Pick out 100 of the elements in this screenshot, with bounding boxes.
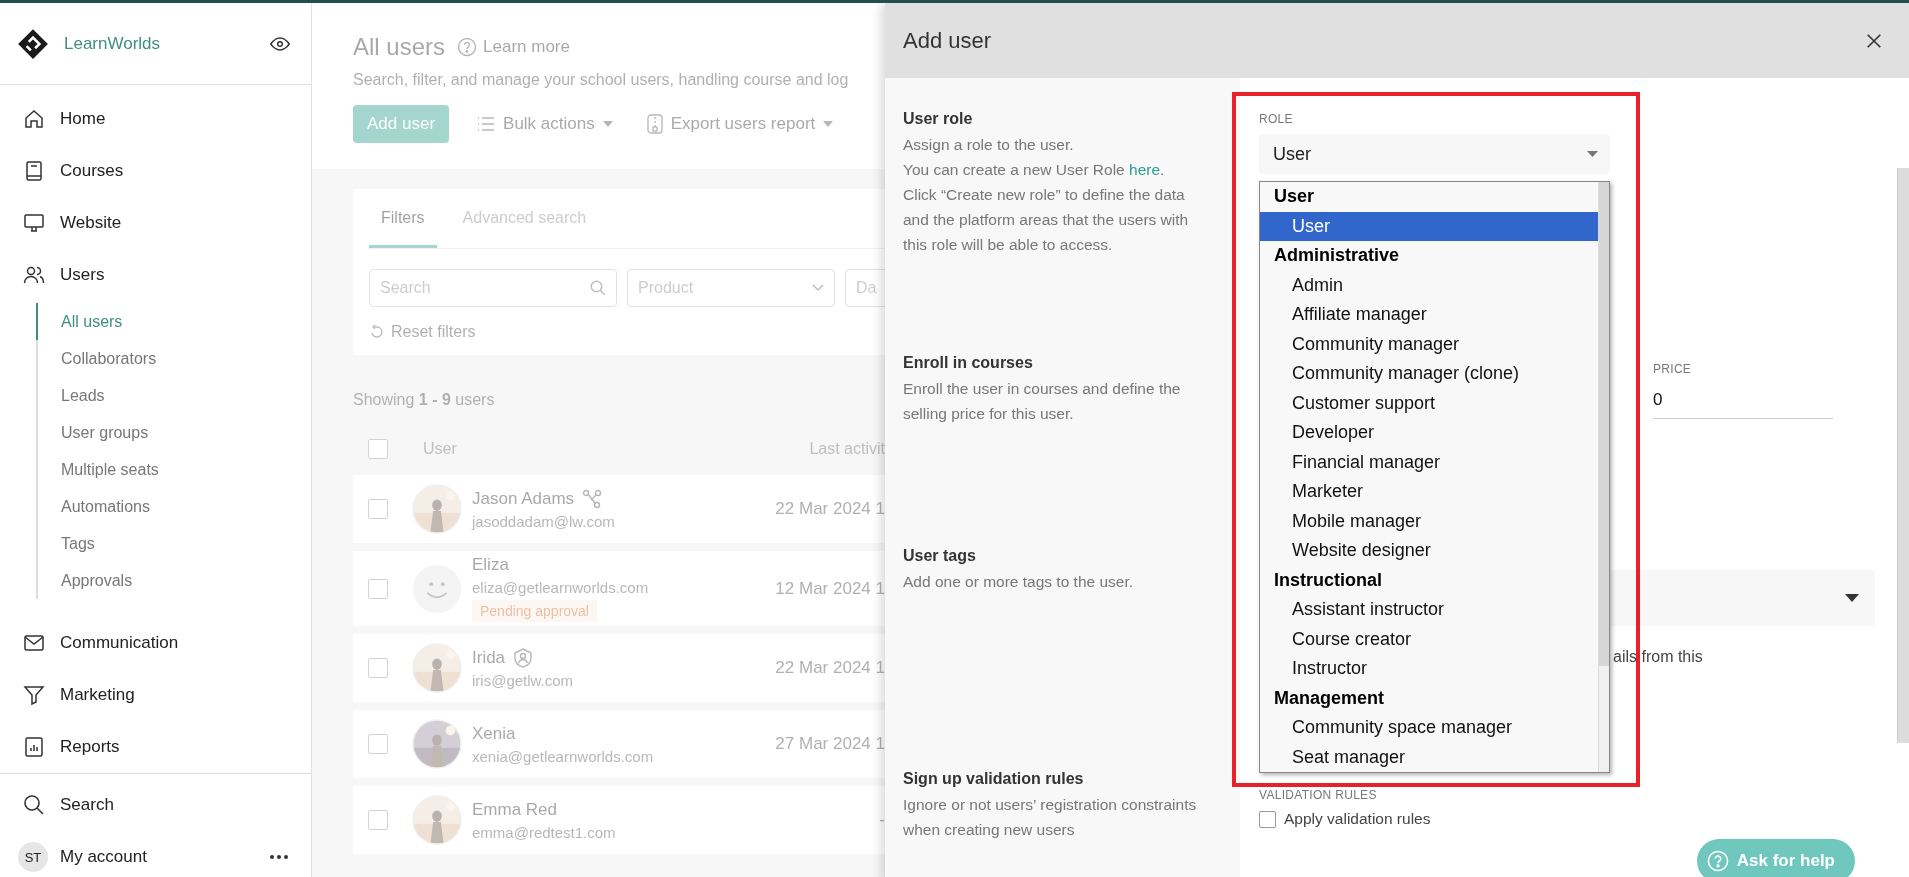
nav-subitem[interactable]: Approvals: [36, 562, 311, 599]
option-group-label: Management: [1273, 686, 1386, 710]
dropdown-option[interactable]: Customer support: [1260, 388, 1598, 418]
monitor-icon: [22, 211, 46, 235]
more-icon[interactable]: [269, 854, 289, 860]
price-field[interactable]: 0: [1653, 376, 1833, 419]
dropdown-option[interactable]: Course creator: [1260, 624, 1598, 654]
role-select[interactable]: User: [1259, 134, 1610, 174]
account-nav-item[interactable]: ST My account: [0, 831, 311, 877]
user-name: Irida: [472, 647, 506, 668]
help-icon: [1706, 850, 1729, 872]
dropdown-option[interactable]: Assistant instructor: [1260, 595, 1598, 625]
row-checkbox[interactable]: [368, 578, 388, 599]
chevron-down-icon: [812, 284, 824, 292]
search-nav-item[interactable]: Search: [0, 779, 311, 831]
funnel-icon: [22, 683, 46, 707]
caret-icon: [1845, 594, 1859, 602]
dropdown-option[interactable]: Admin: [1260, 270, 1598, 300]
caret-icon: [823, 121, 834, 127]
user-email: jasoddadam@lw.com: [472, 512, 615, 530]
row-checkbox[interactable]: [368, 499, 388, 519]
chart-icon: [22, 735, 46, 759]
dropdown-option[interactable]: Community space manager: [1260, 713, 1598, 743]
table-cell: -: [879, 810, 885, 830]
user-name: Xenia: [472, 723, 516, 744]
search-icon: [589, 279, 607, 297]
table-cell: 22 Mar 2024 1: [775, 499, 885, 519]
user-email: emma@redtest1.com: [472, 823, 616, 841]
brand-name: LearnWorlds: [64, 33, 162, 54]
row-checkbox[interactable]: [368, 734, 388, 754]
option-text: ails from this: [1613, 648, 1703, 666]
option-group-label: Instructional: [1273, 568, 1383, 592]
page-title: All users: [353, 33, 446, 61]
home-icon: [22, 107, 46, 131]
help-icon: [457, 37, 478, 57]
table-cell: 27 Mar 2024 1: [775, 734, 885, 754]
nav-subitem[interactable]: Multiple seats: [36, 451, 311, 488]
section-description: You can create a new User Role here.: [903, 160, 1166, 181]
nav-item[interactable]: Home: [0, 93, 311, 145]
nav-subitem[interactable]: Collaborators: [36, 340, 311, 377]
column-header: User: [423, 440, 458, 458]
nav-item[interactable]: Users: [0, 249, 311, 301]
option-group-label: User: [1273, 185, 1316, 208]
role-label: ROLE: [1259, 112, 1294, 126]
nav-item[interactable]: Marketing: [0, 669, 311, 721]
section-title: Sign up validation rules: [903, 770, 1085, 788]
nav-subitem[interactable]: Tags: [36, 525, 311, 562]
dropdown-option[interactable]: Community manager: [1260, 329, 1598, 359]
dropdown-option[interactable]: Mobile manager: [1260, 506, 1598, 536]
nav-item[interactable]: Reports: [0, 721, 311, 773]
validation-checkbox[interactable]: Apply validation rules: [1259, 810, 1431, 828]
nav-subitem[interactable]: User groups: [36, 414, 311, 451]
zip-file-icon: [646, 114, 663, 134]
user-badge-icon: [513, 647, 534, 668]
user-email: iris@getlw.com: [472, 671, 574, 689]
caret-icon: [1587, 151, 1598, 157]
validation-label: VALIDATION RULES: [1259, 788, 1378, 802]
row-checkbox[interactable]: [368, 658, 388, 678]
status-badge: Pending approval: [472, 600, 597, 622]
section-title: User tags: [903, 547, 977, 565]
section-description: Add one or more tags to the user.: [903, 572, 1135, 592]
dropdown-option[interactable]: Financial manager: [1260, 447, 1598, 477]
column-header: Last activit: [809, 440, 885, 458]
section-description: Assign a role to the user.: [903, 135, 1075, 155]
caret-icon: [602, 121, 613, 127]
section-title: Enroll in courses: [903, 354, 1034, 372]
reset-icon: [369, 324, 385, 340]
dropdown-option[interactable]: Marketer: [1260, 477, 1598, 507]
dropdown-option[interactable]: Developer: [1260, 418, 1598, 448]
nav-subitem[interactable]: Automations: [36, 488, 311, 525]
user-email: xenia@getlearnworlds.com: [472, 747, 654, 765]
scrollbar[interactable]: [1598, 182, 1609, 772]
nav-subitem[interactable]: Leads: [36, 377, 311, 414]
price-label: PRICE: [1653, 362, 1693, 376]
section-description: Ignore or not users’ registration constraints when creating new users: [903, 795, 1198, 841]
option-group-label: Administrative: [1273, 244, 1401, 267]
nav-subitem[interactable]: All users: [36, 303, 311, 340]
dropdown-option[interactable]: Seat manager: [1260, 742, 1598, 772]
page-subtitle: Search, filter, and manage your school users, handling course and log: [353, 71, 850, 89]
scrollbar[interactable]: [1897, 168, 1909, 743]
dropdown-option[interactable]: Website designer: [1260, 536, 1598, 566]
user-name: Eliza: [472, 555, 509, 575]
dropdown-option[interactable]: Community manager (clone): [1260, 359, 1598, 389]
nav-item[interactable]: Communication: [0, 617, 311, 669]
close-icon[interactable]: [1865, 31, 1883, 50]
nav-item[interactable]: Website: [0, 197, 311, 249]
nav-item[interactable]: Courses: [0, 145, 311, 197]
dropdown-option[interactable]: Affiliate manager: [1260, 300, 1598, 330]
user-name: Emma Red: [472, 799, 558, 820]
nodes-icon: [582, 488, 603, 509]
section-title: User role: [903, 110, 974, 128]
account-avatar: ST: [18, 842, 48, 872]
results-count: Showing 1 - 9 users: [353, 391, 496, 409]
user-name: Jason Adams: [472, 488, 575, 509]
select-all-checkbox[interactable]: [368, 439, 388, 459]
dropdown-option[interactable]: User: [1260, 211, 1598, 241]
row-checkbox[interactable]: [368, 810, 388, 830]
section-description: Click “Create new role” to define the data and the platform areas that the users with this role will be able to access.: [903, 185, 1190, 256]
dropdown-option[interactable]: Instructor: [1260, 654, 1598, 684]
user-email: eliza@getlearnworlds.com: [472, 579, 649, 596]
